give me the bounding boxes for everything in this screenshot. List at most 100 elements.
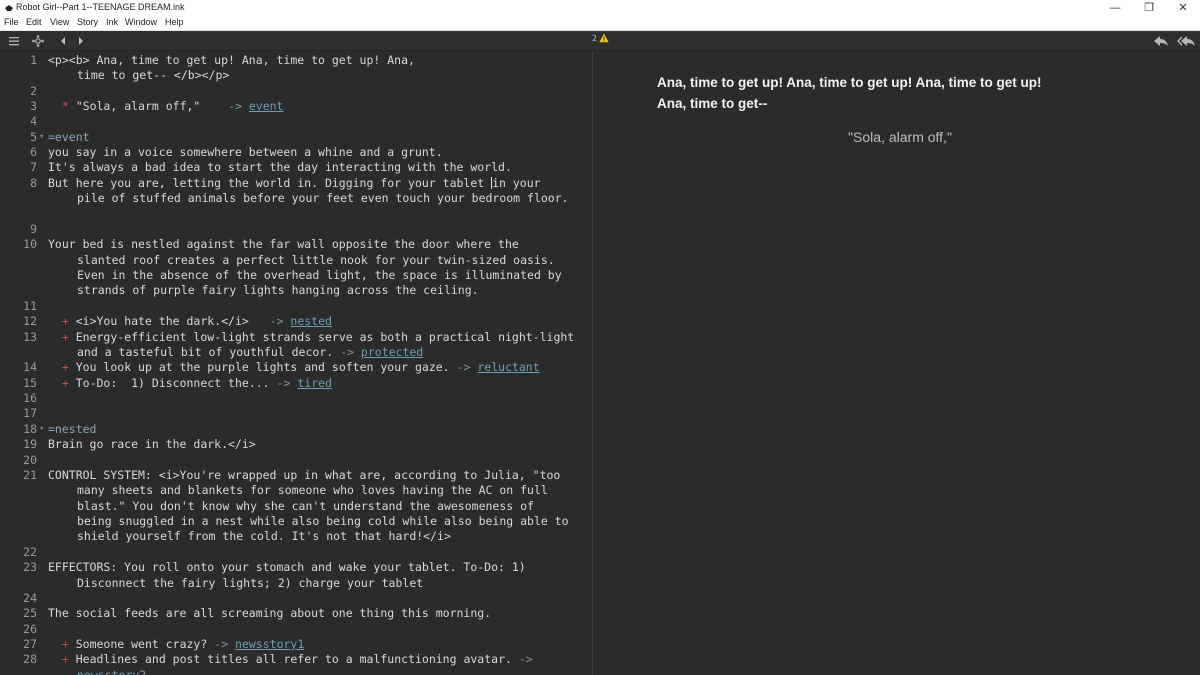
close-button[interactable]: ✕ [1166, 0, 1200, 16]
line-number: 4 [30, 114, 37, 128]
line-number: 16 [23, 391, 37, 405]
divert-arrow: -> [340, 345, 354, 359]
back-arrow-icon[interactable] [58, 34, 68, 48]
code-text: But here you are, letting the world in. … [48, 176, 588, 191]
sticky-choice-bullet: + [61, 360, 69, 374]
code-text: Your bed is nestled against the far wall… [48, 237, 519, 251]
divert-arrow: -> [276, 376, 291, 390]
line-number: 9 [30, 222, 37, 236]
code-text: The social feeds are all screaming about… [48, 606, 492, 620]
code-text: + <i>You hate the dark.</i> -> nested [48, 314, 588, 329]
warning-icon[interactable] [599, 33, 609, 43]
code-text: slanted roof creates a perfect little no… [77, 253, 555, 267]
divert-arrow: -> [214, 637, 229, 651]
line-number: 20 [23, 453, 37, 467]
title-bar: Robot Girl--Part 1--TEENAGE DREAM.ink — … [0, 0, 1200, 16]
code-text: EFFECTORS: You roll onto your stomach an… [48, 560, 526, 574]
code-text: pile of stuffed animals before your feet… [77, 191, 569, 205]
choice-text: To-Do: 1) Disconnect the... [75, 376, 270, 390]
sticky-choice-bullet: + [61, 637, 69, 651]
menu-view[interactable]: View [50, 17, 69, 27]
sticky-choice-bullet: + [61, 330, 69, 344]
line-number: 8 [30, 176, 37, 190]
toolbar: 2 [0, 31, 1200, 51]
menu-file[interactable]: File [4, 17, 19, 27]
line-number: 1 [30, 53, 37, 67]
menu-window[interactable]: Window [125, 17, 157, 27]
menu-edit[interactable]: Edit [26, 17, 42, 27]
line-number: 22 [23, 545, 37, 559]
menu-help[interactable]: Help [165, 17, 184, 27]
divert-target-link[interactable]: protected [361, 345, 423, 359]
fold-marker-icon[interactable]: ▾ [39, 422, 47, 437]
choice-text: Headlines and post titles all refer to a… [75, 652, 512, 666]
line-number: 23 [23, 560, 37, 574]
line-number: 6 [30, 145, 37, 159]
line-number: 24 [23, 591, 37, 605]
ink-editor[interactable]: 1 <p><b> Ana, time to get up! Ana, time … [0, 51, 592, 675]
code-text: + Someone went crazy? -> newsstory1 [48, 637, 588, 652]
code-text: blast." You don't know why she can't und… [77, 499, 534, 513]
code-segment: in your [492, 176, 541, 190]
line-number: 25 [23, 606, 37, 620]
menu-ink[interactable]: Ink [106, 17, 118, 27]
divert-target-link[interactable]: nested [290, 314, 332, 328]
code-text: + To-Do: 1) Disconnect the... -> tired [48, 376, 588, 391]
code-segment: But here you are, letting the world in. … [48, 176, 492, 190]
code-text: time to get-- </b></p> [77, 68, 230, 82]
code-segment: and a tasteful bit of youthful decor. [77, 345, 334, 359]
rewind-icon[interactable] [1152, 34, 1170, 48]
story-output-line: Ana, time to get up! Ana, time to get up… [657, 75, 1042, 90]
forward-arrow-icon[interactable] [76, 34, 86, 48]
divert-target-link[interactable]: newsstory2 [77, 668, 146, 675]
line-number: 3 [30, 99, 37, 113]
line-number: 28 [23, 652, 37, 666]
code-text: Brain go race in the dark.</i> [48, 437, 256, 451]
code-text: many sheets and blankets for someone who… [77, 483, 548, 497]
line-number: 15 [23, 376, 37, 390]
window-title: Robot Girl--Part 1--TEENAGE DREAM.ink [16, 2, 185, 12]
choice-text: "Sola, alarm off," [75, 99, 201, 113]
warning-count[interactable]: 2 [592, 34, 597, 43]
menu-story[interactable]: Story [77, 17, 98, 27]
divert-target-link[interactable]: newsstory1 [235, 637, 304, 651]
choice-text: You look up at the purple lights and sof… [75, 360, 450, 374]
divert-target-link[interactable]: reluctant [477, 360, 539, 374]
code-text: + Energy-efficient low-light strands ser… [48, 330, 588, 345]
code-text: being snuggled in a nest while also bein… [77, 514, 569, 528]
sticky-choice-bullet: + [61, 314, 69, 328]
navigate-icon[interactable] [31, 34, 45, 48]
story-output-line: Ana, time to get-- [657, 96, 768, 111]
code-text: * "Sola, alarm off," -> event [48, 99, 588, 114]
line-number: 19 [23, 437, 37, 451]
line-number: 26 [23, 622, 37, 636]
story-choice-link[interactable]: "Sola, alarm off," [780, 129, 1020, 145]
line-number: 21 [23, 468, 37, 482]
maximize-button[interactable]: ❐ [1132, 0, 1166, 16]
code-text: Even in the absence of the overhead ligh… [77, 268, 562, 282]
fold-marker-icon[interactable]: ▾ [39, 130, 47, 145]
inky-app-icon [5, 5, 13, 11]
code-text: <p><b> Ana, time to get up! Ana, time to… [48, 53, 415, 67]
divert-arrow: -> [228, 99, 242, 113]
divert-target-link[interactable]: event [249, 99, 284, 113]
minimize-button[interactable]: — [1098, 0, 1132, 16]
line-number: 14 [23, 360, 37, 374]
line-number: 12 [23, 314, 37, 328]
hamburger-icon[interactable] [8, 34, 20, 48]
code-text: shield yourself from the cold. It's not … [77, 529, 451, 543]
rewind-all-icon[interactable] [1176, 34, 1196, 48]
sticky-choice-bullet: + [61, 376, 69, 390]
line-number: 27 [23, 637, 37, 651]
line-number: 13 [23, 330, 37, 344]
knot-header: =event [48, 130, 90, 144]
code-text: you say in a voice somewhere between a w… [48, 145, 443, 159]
divert-target-link[interactable]: tired [297, 376, 332, 390]
code-text: strands of purple fairy lights hanging a… [77, 283, 479, 297]
line-number: 10 [23, 237, 37, 251]
menu-bar: File Edit View Story Ink Window Help [0, 16, 1200, 31]
line-number: 7 [30, 160, 37, 174]
code-text: Disconnect the fairy lights; 2) charge y… [77, 576, 424, 590]
line-number: 18 [23, 422, 37, 436]
divert-arrow: -> [456, 360, 471, 374]
